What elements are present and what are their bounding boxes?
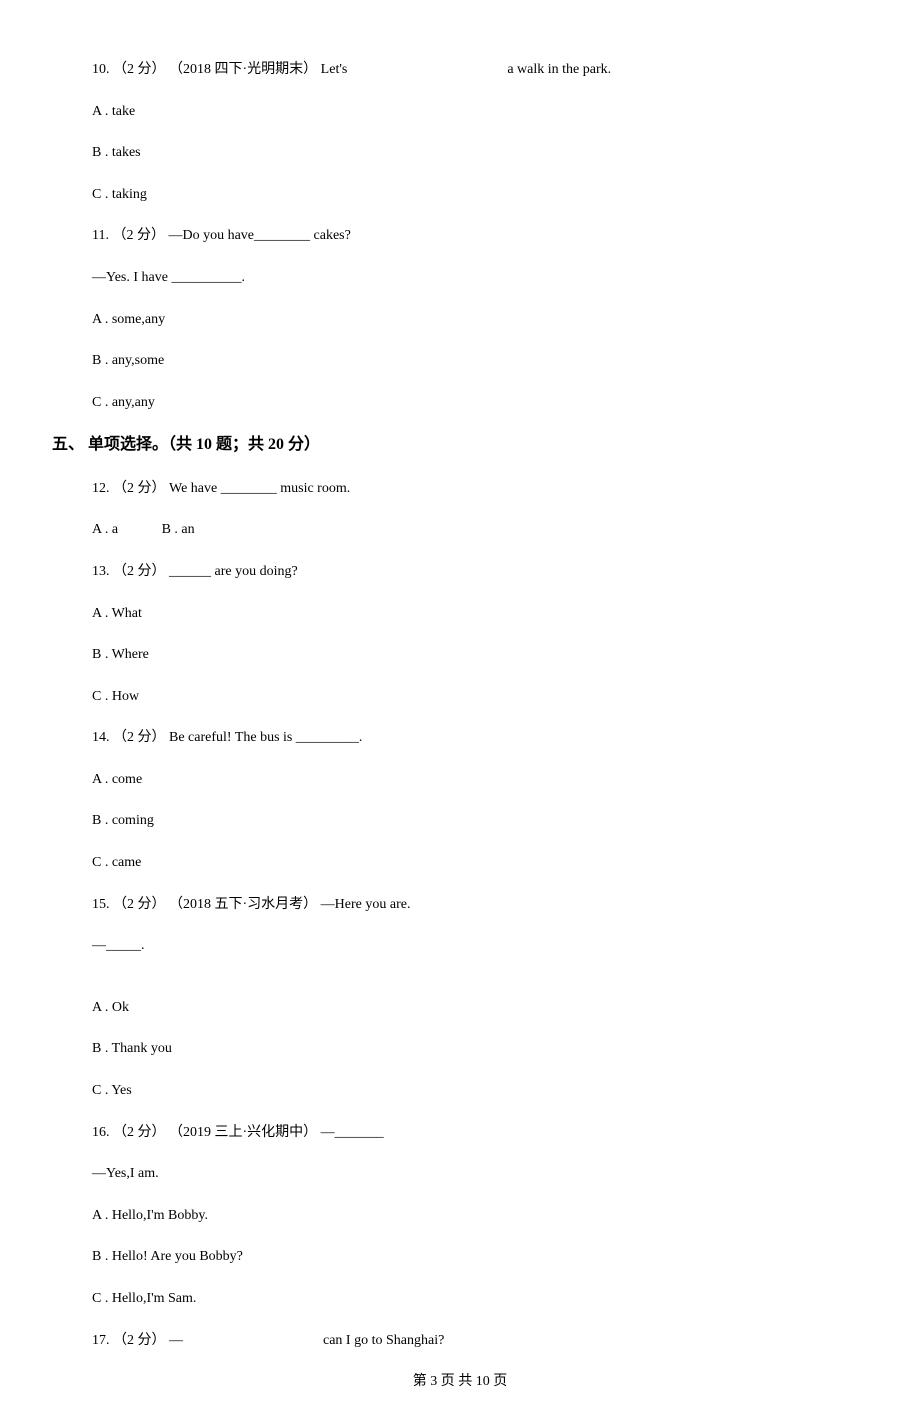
question-14: 14. （2 分） Be careful! The bus is _______… (92, 728, 860, 748)
option-c[interactable]: C . any,any (92, 393, 860, 413)
question-text: —_______ (321, 1125, 384, 1140)
question-source: （2018 五下·习水月考） (169, 897, 317, 912)
question-points: （2 分） (113, 730, 166, 745)
question-number: 11. (92, 228, 109, 243)
question-16: 16. （2 分） （2019 三上·兴化期中） —_______ (92, 1123, 860, 1143)
question-text: ______ are you doing? (169, 564, 298, 579)
question-points: （2 分） (113, 564, 166, 579)
option-a[interactable]: A . Hello,I'm Bobby. (92, 1206, 860, 1226)
option-c[interactable]: C . How (92, 687, 860, 707)
option-c[interactable]: C . taking (92, 185, 860, 205)
question-source: （2019 三上·兴化期中） (169, 1125, 317, 1140)
option-b[interactable]: B . Hello! Are you Bobby? (92, 1247, 860, 1267)
option-a[interactable]: A . take (92, 102, 860, 122)
question-11-line2: —Yes. I have __________. (92, 268, 860, 288)
question-number: 17. (92, 1333, 110, 1348)
question-number: 10. (92, 62, 110, 77)
question-text-left: Let's (321, 62, 348, 77)
option-a[interactable]: A . some,any (92, 310, 860, 330)
question-number: 15. (92, 897, 110, 912)
page-footer: 第 3 页 共 10 页 (0, 1372, 920, 1392)
question-number: 12. (92, 481, 110, 496)
question-11: 11. （2 分） —Do you have________ cakes? (92, 226, 860, 246)
question-source: （2018 四下·光明期末） (169, 62, 317, 77)
option-a[interactable]: A . What (92, 604, 860, 624)
section-5-heading: 五、 单项选择。（共 10 题；共 20 分） (52, 434, 920, 456)
option-c[interactable]: C . came (92, 853, 860, 873)
question-text: —Here you are. (321, 897, 411, 912)
question-points: （2 分） (113, 481, 166, 496)
question-number: 16. (92, 1125, 110, 1140)
question-text: Be careful! The bus is _________. (169, 730, 362, 745)
question-points: （2 分） (113, 62, 166, 77)
option-a[interactable]: A . a (92, 522, 118, 537)
question-16-line2: —Yes,I am. (92, 1164, 860, 1184)
question-text-right: a walk in the park. (507, 60, 611, 80)
option-c[interactable]: C . Yes (92, 1081, 860, 1101)
question-text-right: can I go to Shanghai? (323, 1331, 444, 1351)
option-c[interactable]: C . Hello,I'm Sam. (92, 1289, 860, 1309)
question-number: 14. (92, 730, 110, 745)
question-points: （2 分） (113, 1333, 166, 1348)
question-15: 15. （2 分） （2018 五下·习水月考） —Here you are. (92, 895, 860, 915)
question-10: 10. （2 分） （2018 四下·光明期末） Let's a walk in… (92, 60, 860, 80)
option-b[interactable]: B . Where (92, 645, 860, 665)
option-a[interactable]: A . come (92, 770, 860, 790)
question-15-line2: —_____. (92, 936, 860, 956)
option-b[interactable]: B . an (162, 522, 195, 537)
option-b[interactable]: B . takes (92, 143, 860, 163)
question-number: 13. (92, 564, 110, 579)
question-text: —Do you have________ cakes? (168, 228, 350, 243)
question-text-left: — (169, 1333, 183, 1348)
option-b[interactable]: B . coming (92, 811, 860, 831)
question-points: （2 分） (112, 228, 165, 243)
question-points: （2 分） (113, 897, 166, 912)
question-12: 12. （2 分） We have ________ music room. (92, 479, 860, 499)
question-text: We have ________ music room. (169, 481, 350, 496)
question-17: 17. （2 分） — can I go to Shanghai? (92, 1331, 860, 1351)
question-13: 13. （2 分） ______ are you doing? (92, 562, 860, 582)
question-points: （2 分） (113, 1125, 166, 1140)
option-b[interactable]: B . Thank you (92, 1039, 860, 1059)
question-12-options: A . a B . an (92, 520, 860, 540)
option-a[interactable]: A . Ok (92, 998, 860, 1018)
option-b[interactable]: B . any,some (92, 351, 860, 371)
